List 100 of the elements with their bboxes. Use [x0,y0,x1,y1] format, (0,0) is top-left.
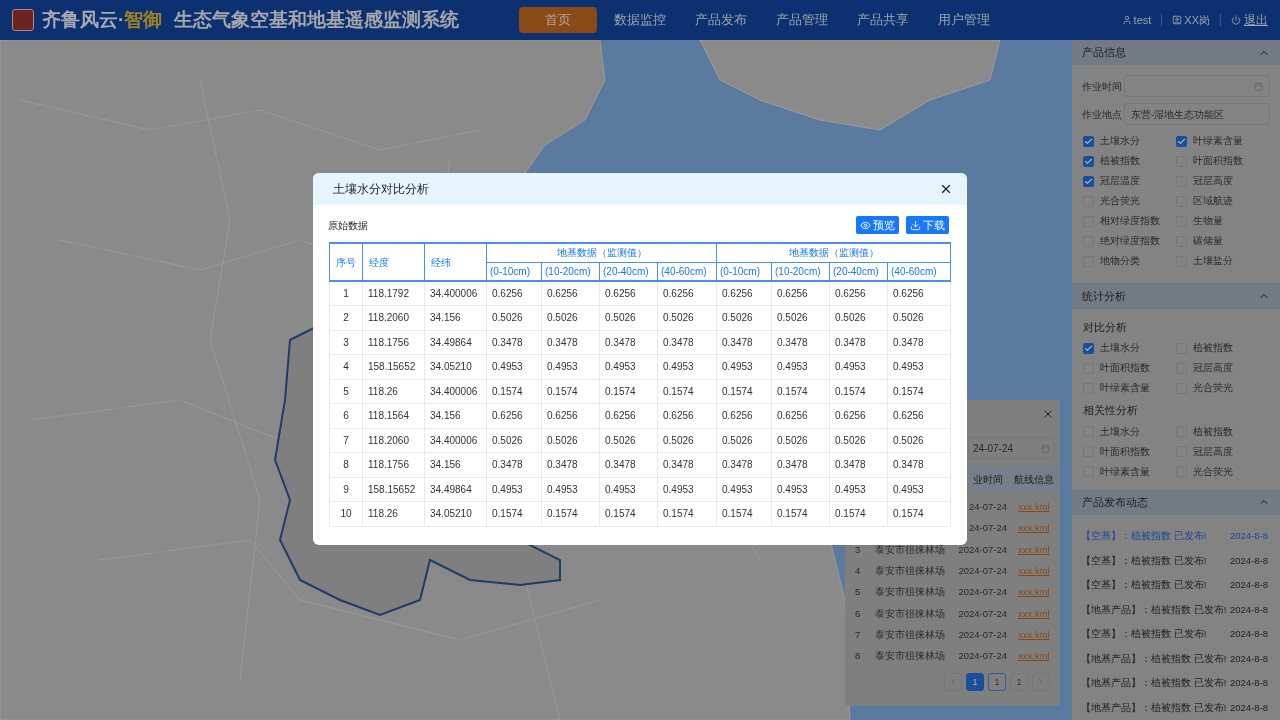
nav-tab[interactable]: 产品管理 [761,7,843,33]
table-cell: 0.1574 [887,379,951,404]
table-cell: 34.156 [424,305,487,330]
table-cell: 0.6256 [599,403,658,428]
table-cell: 0.6256 [486,403,542,428]
news-date: 2024-8-8 [1229,553,1268,568]
page-button[interactable]: 1 [966,673,984,692]
nav-tab[interactable]: 首页 [519,7,598,33]
brand-highlight: 智御 [124,7,163,32]
page-button[interactable]: 1 [1010,673,1028,692]
column-header: 序号 [329,243,363,281]
input-field[interactable]: 东营-湿地生态功能区 [1124,103,1270,126]
news-text: 【空基】：植被指数 已发布! [1081,578,1207,593]
table-cell: 0.6256 [657,403,717,428]
table-cell: 0.4953 [657,477,717,502]
checkbox[interactable] [1083,342,1094,354]
column-header: 航线信息 [1013,472,1055,487]
table-cell: 0.5026 [716,305,772,330]
table-cell: 0.4953 [829,354,888,379]
table-cell: 0.5026 [657,428,717,453]
news-item[interactable]: 【空基】：植被指数 已发布! 2024-8-8 [1072,622,1280,647]
section-header[interactable]: 产品信息 [1072,40,1280,66]
news-item[interactable]: 【空基】：植被指数 已发布! 2024-8-8 [1072,548,1280,573]
field-label: 作业时间 [1082,79,1123,94]
news-item[interactable]: 【地基产品】：植被指数 已发布! 2024-8-8 [1072,597,1280,622]
table-cell: 0.5026 [486,428,542,453]
table-cell: 118.1756 [362,330,425,355]
table-cell: 0.5026 [829,305,888,330]
table-cell: 118.1564 [362,403,425,428]
nav-tab[interactable]: 用户管理 [923,7,1005,33]
nav-tab[interactable]: 产品发布 [680,7,762,33]
table-cell: 158.15652 [362,354,425,379]
date-text: 2024-07-24 [957,606,1007,621]
download-button[interactable]: 下载 [906,216,949,234]
row-index: 8 [854,649,862,664]
table-cell: 34.49864 [424,477,487,502]
option-label: 碳储量 [1193,235,1223,248]
nav-tab[interactable]: 数据监控 [599,7,681,33]
table-cell: 3 [329,330,363,355]
section-header[interactable]: 统计分析 [1072,283,1280,309]
checkbox[interactable] [1083,175,1094,187]
news-text: 【地基产品】：植被指数 已发布! [1081,651,1227,666]
nav-tab[interactable]: 产品共享 [842,7,924,33]
column-header: (0-10cm) [716,262,772,281]
news-item[interactable]: 【空基】：植被指数 已发布! 2024-8-8 [1072,524,1280,549]
date-text: 24-07-24 [967,521,1007,536]
table-cell: 0.5026 [657,305,717,330]
date-text: 2024-07-24 [957,563,1007,578]
table-cell: 0.4953 [716,354,772,379]
column-header: 经纬 [424,243,487,281]
checkbox[interactable] [1176,135,1187,147]
option-label: 叶绿素含量 [1193,135,1243,148]
checkbox[interactable] [1083,135,1094,147]
table-cell: 0.3478 [887,330,951,355]
section-header[interactable]: 产品发布动态 [1072,489,1280,515]
table-cell: 158.15652 [362,477,425,502]
column-header: 经度 [362,243,425,281]
input-field[interactable] [1124,75,1270,98]
table-cell: 0.6256 [771,281,830,306]
option-label: 叶面积指数 [1100,445,1150,458]
news-item[interactable]: 【地基产品】：植被指数 已发布! 2024-8-8 [1072,695,1280,720]
preview-button[interactable]: 预览 [856,216,899,234]
table-cell: 9 [329,477,363,502]
table-cell: 7 [329,428,363,453]
logout-link[interactable]: 退出 [1244,11,1268,29]
user-role: XX岗 [1184,12,1210,28]
row-index: 7 [854,627,862,642]
table-cell: 0.3478 [716,452,772,477]
table-cell: 0.5026 [716,428,772,453]
date-field[interactable]: 24-07-24 [968,437,1055,459]
table-cell: 0.1574 [716,501,772,526]
table-cell: 118.2060 [362,305,425,330]
table-cell: 0.1574 [829,379,888,404]
news-item[interactable]: 【地基产品】：植被指数 已发布! 2024-8-8 [1072,646,1280,671]
field-value: 东营-湿地生态功能区 [1131,107,1225,122]
close-icon[interactable] [939,182,953,196]
table-cell: 0.3478 [829,330,888,355]
checkbox[interactable] [1083,155,1094,167]
news-date: 2024-8-8 [1229,602,1268,617]
table-cell: 0.4953 [829,477,888,502]
news-date: 2024-8-8 [1229,627,1268,642]
table-cell: 0.3478 [771,452,830,477]
table-cell: 0.3478 [657,452,717,477]
news-item[interactable]: 【地基产品】：植被指数 已发布! 2024-8-8 [1072,671,1280,696]
news-item[interactable]: 【空基】：植被指数 已发布! 2024-8-8 [1072,573,1280,598]
option-label: 绝对绿度指数 [1100,235,1160,248]
option-label: 区域航迹 [1193,195,1233,208]
table-cell: 34.49864 [424,330,487,355]
table-cell: 0.5026 [541,428,600,453]
news-date: 2024-8-8 [1229,529,1268,544]
option-label: 光合荧光 [1193,465,1233,478]
table-cell: 0.1574 [716,379,772,404]
table-cell: 10 [329,501,363,526]
table-cell: 0.1574 [771,379,830,404]
table-cell: 118.26 [362,379,425,404]
dialog-title: 土壤水分对比分析 [333,181,429,198]
table-cell: 0.4953 [771,477,830,502]
user-name: test [1133,12,1152,28]
page-button[interactable]: 1 [988,673,1006,692]
table-cell: 0.6256 [829,281,888,306]
